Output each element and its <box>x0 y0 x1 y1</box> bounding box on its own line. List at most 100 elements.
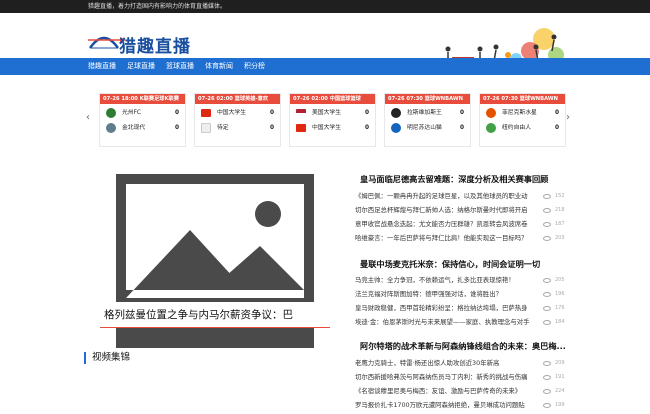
team-score: 0 <box>269 110 274 116</box>
nav-item-football[interactable]: 足球直播 <box>127 58 155 75</box>
news-item-title: 埃迪·金：伯恩茅斯时光与未来展望——家庭、执教理念与对手 <box>355 318 530 326</box>
team-name: 待定 <box>217 125 229 131</box>
team-score: 0 <box>174 125 179 131</box>
view-count: 199 <box>555 402 565 408</box>
news-item-title: 马竞主帅：全力争冠，不依赖运气，扎多比亚表现惊艳！ <box>355 276 515 284</box>
view-count: 191 <box>555 374 565 380</box>
placeholder-team-icon <box>201 123 211 133</box>
match-card[interactable]: 07-26 18:00 K联赛足球K联赛 光州FC 0 金北现代 0 <box>99 93 186 147</box>
team-logo-icon <box>106 108 116 118</box>
match-card[interactable]: 07-26 07:30 篮球WNBAWN 拉斯维加斯王 0 明尼苏达山猫 0 <box>384 93 471 147</box>
carousel-prev-arrow-icon[interactable]: ‹ <box>86 112 90 123</box>
video-section-title: 视频集锦 <box>84 352 130 364</box>
nav-item-sports-news[interactable]: 体育新闻 <box>205 58 233 75</box>
top-info-bar: 猎趣直播，着力打造国内有影响力的体育直播媒体。 <box>0 0 650 13</box>
news-item[interactable]: 《姆巴佩：一颗冉冉升起的足球巨星，以及其他球员的职业动 152 <box>355 191 565 202</box>
team-logo-icon <box>391 123 401 133</box>
team-score: 0 <box>459 125 464 131</box>
view-count-icon <box>543 292 551 297</box>
view-count-icon <box>543 222 551 227</box>
team-name: 明尼苏达山猫 <box>407 125 442 131</box>
news-headline[interactable]: 阿尔特塔的战术革新与阿森纳锋线组合的未来：奥巴梅... <box>360 340 566 352</box>
news-item[interactable]: 《名宿谈穆里尼奥与梅西：友谊、激励与巴萨传奇的未来》 224 <box>355 386 565 397</box>
match-card[interactable]: 07-26 02:00 篮球英雄-意欢 中国大学生 0 待定 0 <box>194 93 281 147</box>
news-item[interactable]: 罗马报价扎卡1700万欧元遭阿森纳拒绝，曼贝琳成功问题贴 199 <box>355 400 565 411</box>
nav-item-standings[interactable]: 积分榜 <box>244 58 265 75</box>
match-card-title: 07-26 07:30 篮球WNBAWN <box>385 94 470 104</box>
view-count: 205 <box>555 277 565 283</box>
team-name: 美国大学生 <box>312 110 341 116</box>
main-nav: 猎趣直播 足球直播 篮球直播 体育新闻 积分榜 <box>0 58 650 75</box>
news-item[interactable]: 法兰克福对阵斯图加特：德甲强强对话，谁将胜出？ 196 <box>355 289 565 300</box>
team-logo-icon <box>486 108 496 118</box>
view-count-icon <box>543 361 551 366</box>
view-count-icon <box>543 306 551 311</box>
news-item[interactable]: 马竞主帅：全力争冠，不依赖运气，扎多比亚表现惊艳！ 205 <box>355 275 565 286</box>
view-count-icon <box>543 236 551 241</box>
logo-text[interactable]: 猎趣直播 <box>119 32 191 57</box>
news-item-title: 哈维豪言：一年后巴萨将与拜仁比肩！他能实现这一目标吗？ <box>355 234 528 242</box>
team-score: 0 <box>174 110 179 116</box>
match-carousel: ‹ › 07-26 18:00 K联赛足球K联赛 光州FC 0 金北现代 0 07-… <box>86 90 574 152</box>
team-name: 光州FC <box>122 110 141 116</box>
news-item-title: 《名宿谈穆里尼奥与梅西：友谊、激励与巴萨传奇的未来》 <box>355 387 522 395</box>
team-name: 拉斯维加斯王 <box>407 110 442 116</box>
match-card-title: 07-26 02:00 篮球英雄-意欢 <box>195 94 280 104</box>
news-item-title: 罗马报价扎卡1700万欧元遭阿森纳拒绝，曼贝琳成功问题贴 <box>355 401 525 409</box>
team-logo-icon <box>106 123 116 133</box>
team-score: 0 <box>269 125 274 131</box>
team-logo-icon <box>486 123 496 133</box>
view-count: 209 <box>555 360 565 366</box>
team-score: 0 <box>459 110 464 116</box>
nav-item-basketball[interactable]: 篮球直播 <box>166 58 194 75</box>
china-flag-icon <box>201 109 211 117</box>
view-count-icon <box>543 375 551 380</box>
view-count: 196 <box>555 291 565 297</box>
news-item[interactable]: 哈维豪言：一年后巴萨将与拜仁比肩！他能实现这一目标吗？ 203 <box>355 233 565 244</box>
team-score: 0 <box>364 110 369 116</box>
news-headline[interactable]: 曼联中场麦克托米奈：保持信心，时间会证明一切 <box>360 258 540 270</box>
team-name: 中国大学生 <box>217 110 246 116</box>
view-count: 152 <box>555 193 565 199</box>
view-count: 184 <box>555 319 565 325</box>
news-item-title: 老鹰力克骑士，特雷·杨还出惊人助攻创近30年新高 <box>355 359 500 367</box>
match-card-title: 07-26 02:00 中国篮球篮球 <box>290 94 375 104</box>
view-count: 176 <box>555 305 565 311</box>
view-count: 224 <box>555 388 565 394</box>
view-count: 187 <box>555 221 565 227</box>
view-count-icon <box>543 194 551 199</box>
news-item-title: 切尔西新援哈弗茨与阿森纳伤员马丁内利：新秀的挑战与伤痛 <box>355 373 528 381</box>
carousel-next-arrow-icon[interactable]: › <box>566 112 570 123</box>
view-count-icon <box>543 208 551 213</box>
news-item[interactable]: 切尔西新援哈弗茨与阿森纳伤员马丁内利：新秀的挑战与伤痛 191 <box>355 372 565 383</box>
match-card-title: 07-26 07:30 篮球WNBAWN <box>480 94 565 104</box>
team-name: 纽约自由人 <box>502 125 531 131</box>
news-item[interactable]: 皇马财政稳健，西甲首轮精彩纷呈：格拉纳达垮塌，巴萨热身 176 <box>355 303 565 314</box>
view-count-icon <box>543 320 551 325</box>
team-name: 金北现代 <box>122 125 146 131</box>
hero-caption[interactable]: 格列兹曼位置之争与内马尔薪资争议：巴 <box>100 302 330 328</box>
team-score: 0 <box>554 110 559 116</box>
news-item-title: 意甲收官战悬念迭起：尤文能否力压群雄？凯恩转会风波席卷 <box>355 220 528 228</box>
news-item-title: 法兰克福对阵斯图加特：德甲强强对话，谁将胜出？ <box>355 290 502 298</box>
news-item-title: 切尔西足总杯辉煌与拜仁新帅人选：纳格尔斯曼时代即将开启 <box>355 206 528 214</box>
match-card-title: 07-26 18:00 K联赛足球K联赛 <box>100 94 185 104</box>
view-count: 203 <box>555 235 565 241</box>
top-info-text: 猎趣直播，着力打造国内有影响力的体育直播媒体。 <box>88 3 227 10</box>
site-header: 猎趣直播 <box>0 13 650 67</box>
news-headline[interactable]: 皇马面临尼德高去留难题：深度分析及相关赛事回顾 <box>360 173 548 185</box>
news-item[interactable]: 老鹰力克骑士，特雷·杨还出惊人助攻创近30年新高 209 <box>355 358 565 369</box>
view-count-icon <box>543 403 551 408</box>
news-item[interactable]: 意甲收官战悬念迭起：尤文能否力压群雄？凯恩转会风波席卷 187 <box>355 219 565 230</box>
news-item[interactable]: 切尔西足总杯辉煌与拜仁新帅人选：纳格尔斯曼时代即将开启 218 <box>355 205 565 216</box>
team-name: 中国大学生 <box>312 125 341 131</box>
nav-item-home[interactable]: 猎趣直播 <box>88 58 116 75</box>
news-item[interactable]: 埃迪·金：伯恩茅斯时光与未来展望——家庭、执教理念与对手 184 <box>355 317 565 328</box>
team-score: 0 <box>554 125 559 131</box>
team-logo-icon <box>391 108 401 118</box>
news-item-title: 《姆巴佩：一颗冉冉升起的足球巨星，以及其他球员的职业动 <box>355 192 528 200</box>
view-count-icon <box>543 278 551 283</box>
match-card[interactable]: 07-26 07:30 篮球WNBAWN 菲尼克斯水星 0 纽约自由人 0 <box>479 93 566 147</box>
match-card[interactable]: 07-26 02:00 中国篮球篮球 美国大学生 0 中国大学生 0 <box>289 93 376 147</box>
usa-flag-icon <box>296 109 306 117</box>
